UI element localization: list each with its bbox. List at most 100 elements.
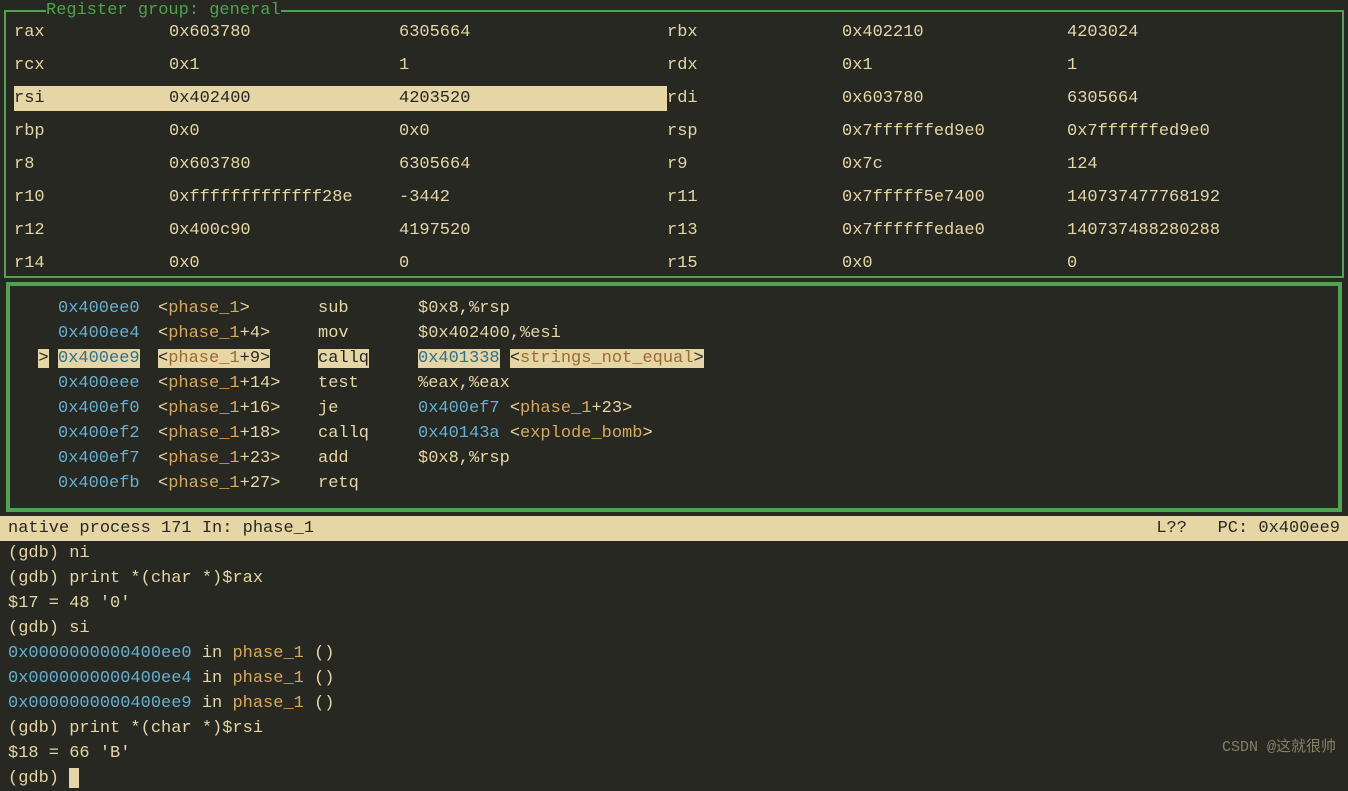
register-cell: 1 — [1067, 53, 1334, 78]
register-cell: 4203024 — [1067, 20, 1334, 45]
register-cell: rsp — [667, 119, 842, 144]
asm-args: $0x8,%rsp — [418, 296, 1330, 321]
asm-pointer — [18, 471, 58, 496]
watermark: CSDN @这就很帅 — [1222, 735, 1336, 760]
asm-line: 0x400efb<phase_1+27>retq — [10, 471, 1338, 496]
register-cell: 6305664 — [1067, 86, 1334, 111]
register-cell: 140737488280288 — [1067, 218, 1334, 243]
asm-addr: 0x400efb — [58, 471, 158, 496]
asm-line: 0x400ef2<phase_1+18>callq0x40143a <explo… — [10, 421, 1338, 446]
asm-args: 0x401338 <strings_not_equal> — [418, 346, 1330, 371]
register-cell: 0x1 — [169, 53, 399, 78]
register-cell: r11 — [667, 185, 842, 210]
register-row: r100xfffffffffffff28e-3442r110x7fffff5e7… — [6, 177, 1342, 210]
register-cell: rbx — [667, 20, 842, 45]
asm-pointer — [18, 396, 58, 421]
register-row: r120x400c904197520r130x7ffffffedae014073… — [6, 210, 1342, 243]
register-cell: r15 — [667, 251, 842, 276]
register-cell: 0 — [1067, 251, 1334, 276]
asm-addr: 0x400ee0 — [58, 296, 158, 321]
register-cell: 0x7fffff5e7400 — [842, 185, 1067, 210]
register-cell: -3442 — [399, 185, 667, 210]
register-cell: rsi — [14, 86, 169, 111]
register-cell: rdi — [667, 86, 842, 111]
asm-op: test — [318, 371, 418, 396]
asm-addr: 0x400eee — [58, 371, 158, 396]
register-panel: Register group: general rax0x60378063056… — [4, 10, 1344, 278]
register-cell: 0x1 — [842, 53, 1067, 78]
console-line: 0x0000000000400ee0 in phase_1 () — [8, 641, 1340, 666]
status-bar: native process 171 In: phase_1 L?? PC: 0… — [0, 516, 1348, 541]
register-cell: 0x603780 — [169, 20, 399, 45]
asm-addr: 0x400ef0 — [58, 396, 158, 421]
asm-args: $0x402400,%esi — [418, 321, 1330, 346]
asm-pointer — [18, 446, 58, 471]
asm-pointer: > — [18, 346, 58, 371]
register-panel-title: Register group: general — [46, 0, 281, 23]
asm-pointer — [18, 371, 58, 396]
console-line: 0x0000000000400ee9 in phase_1 () — [8, 691, 1340, 716]
asm-line: 0x400ee4<phase_1+4>mov$0x402400,%esi — [10, 321, 1338, 346]
register-cell: rdx — [667, 53, 842, 78]
cursor — [69, 768, 79, 788]
asm-args: $0x8,%rsp — [418, 446, 1330, 471]
register-row: rsi0x4024004203520rdi0x6037806305664 — [6, 78, 1342, 111]
gdb-console[interactable]: (gdb) ni(gdb) print *(char *)$rax$17 = 4… — [0, 541, 1348, 791]
asm-args: %eax,%eax — [418, 371, 1330, 396]
console-line: (gdb) print *(char *)$rsi — [8, 716, 1340, 741]
register-cell: rbp — [14, 119, 169, 144]
status-right: L?? PC: 0x400ee9 — [1156, 516, 1340, 541]
register-cell: 0x7ffffffedae0 — [842, 218, 1067, 243]
asm-symbol: <phase_1+16> — [158, 396, 318, 421]
register-cell: 0x402400 — [169, 86, 399, 111]
asm-op: callq — [318, 346, 418, 371]
asm-symbol: <phase_1+4> — [158, 321, 318, 346]
asm-op: callq — [318, 421, 418, 446]
asm-addr: 0x400ee9 — [58, 346, 158, 371]
asm-addr: 0x400ee4 — [58, 321, 158, 346]
register-cell: 0x402210 — [842, 20, 1067, 45]
register-row: r140x00r150x00 — [6, 243, 1342, 276]
register-cell: 0x7c — [842, 152, 1067, 177]
register-cell: 0x0 — [169, 119, 399, 144]
register-cell: 6305664 — [399, 152, 667, 177]
register-cell: rax — [14, 20, 169, 45]
register-row: r80x6037806305664r90x7c124 — [6, 144, 1342, 177]
asm-pointer — [18, 321, 58, 346]
console-line: $17 = 48 '0' — [8, 591, 1340, 616]
asm-op: mov — [318, 321, 418, 346]
asm-pointer — [18, 421, 58, 446]
console-line: (gdb) — [8, 766, 1340, 791]
console-line: (gdb) ni — [8, 541, 1340, 566]
asm-op: add — [318, 446, 418, 471]
asm-symbol: <phase_1+9> — [158, 346, 318, 371]
asm-pointer — [18, 296, 58, 321]
asm-line: 0x400ef7<phase_1+23>add$0x8,%rsp — [10, 446, 1338, 471]
asm-addr: 0x400ef2 — [58, 421, 158, 446]
register-cell: 1 — [399, 53, 667, 78]
asm-line: 0x400eee<phase_1+14>test%eax,%eax — [10, 371, 1338, 396]
register-cell: 0x7ffffffed9e0 — [1067, 119, 1334, 144]
asm-line: 0x400ee0<phase_1>sub$0x8,%rsp — [10, 296, 1338, 321]
asm-symbol: <phase_1+18> — [158, 421, 318, 446]
register-cell: r12 — [14, 218, 169, 243]
register-row: rcx0x11rdx0x11 — [6, 45, 1342, 78]
asm-symbol: <phase_1> — [158, 296, 318, 321]
asm-op: je — [318, 396, 418, 421]
console-line: $18 = 66 'B' — [8, 741, 1340, 766]
console-line: (gdb) si — [8, 616, 1340, 641]
register-cell: 6305664 — [399, 20, 667, 45]
register-cell: 0 — [399, 251, 667, 276]
console-line: (gdb) print *(char *)$rax — [8, 566, 1340, 591]
register-cell: 0x603780 — [842, 86, 1067, 111]
register-cell: r8 — [14, 152, 169, 177]
register-cell: 0x400c90 — [169, 218, 399, 243]
register-row: rbp0x00x0rsp0x7ffffffed9e00x7ffffffed9e0 — [6, 111, 1342, 144]
register-cell: 0x0 — [169, 251, 399, 276]
register-cell: 4203520 — [399, 86, 667, 111]
asm-line: 0x400ef0<phase_1+16>je0x400ef7 <phase_1+… — [10, 396, 1338, 421]
asm-symbol: <phase_1+27> — [158, 471, 318, 496]
register-cell: 0x7ffffffed9e0 — [842, 119, 1067, 144]
asm-op: retq — [318, 471, 418, 496]
register-cell: 0x603780 — [169, 152, 399, 177]
